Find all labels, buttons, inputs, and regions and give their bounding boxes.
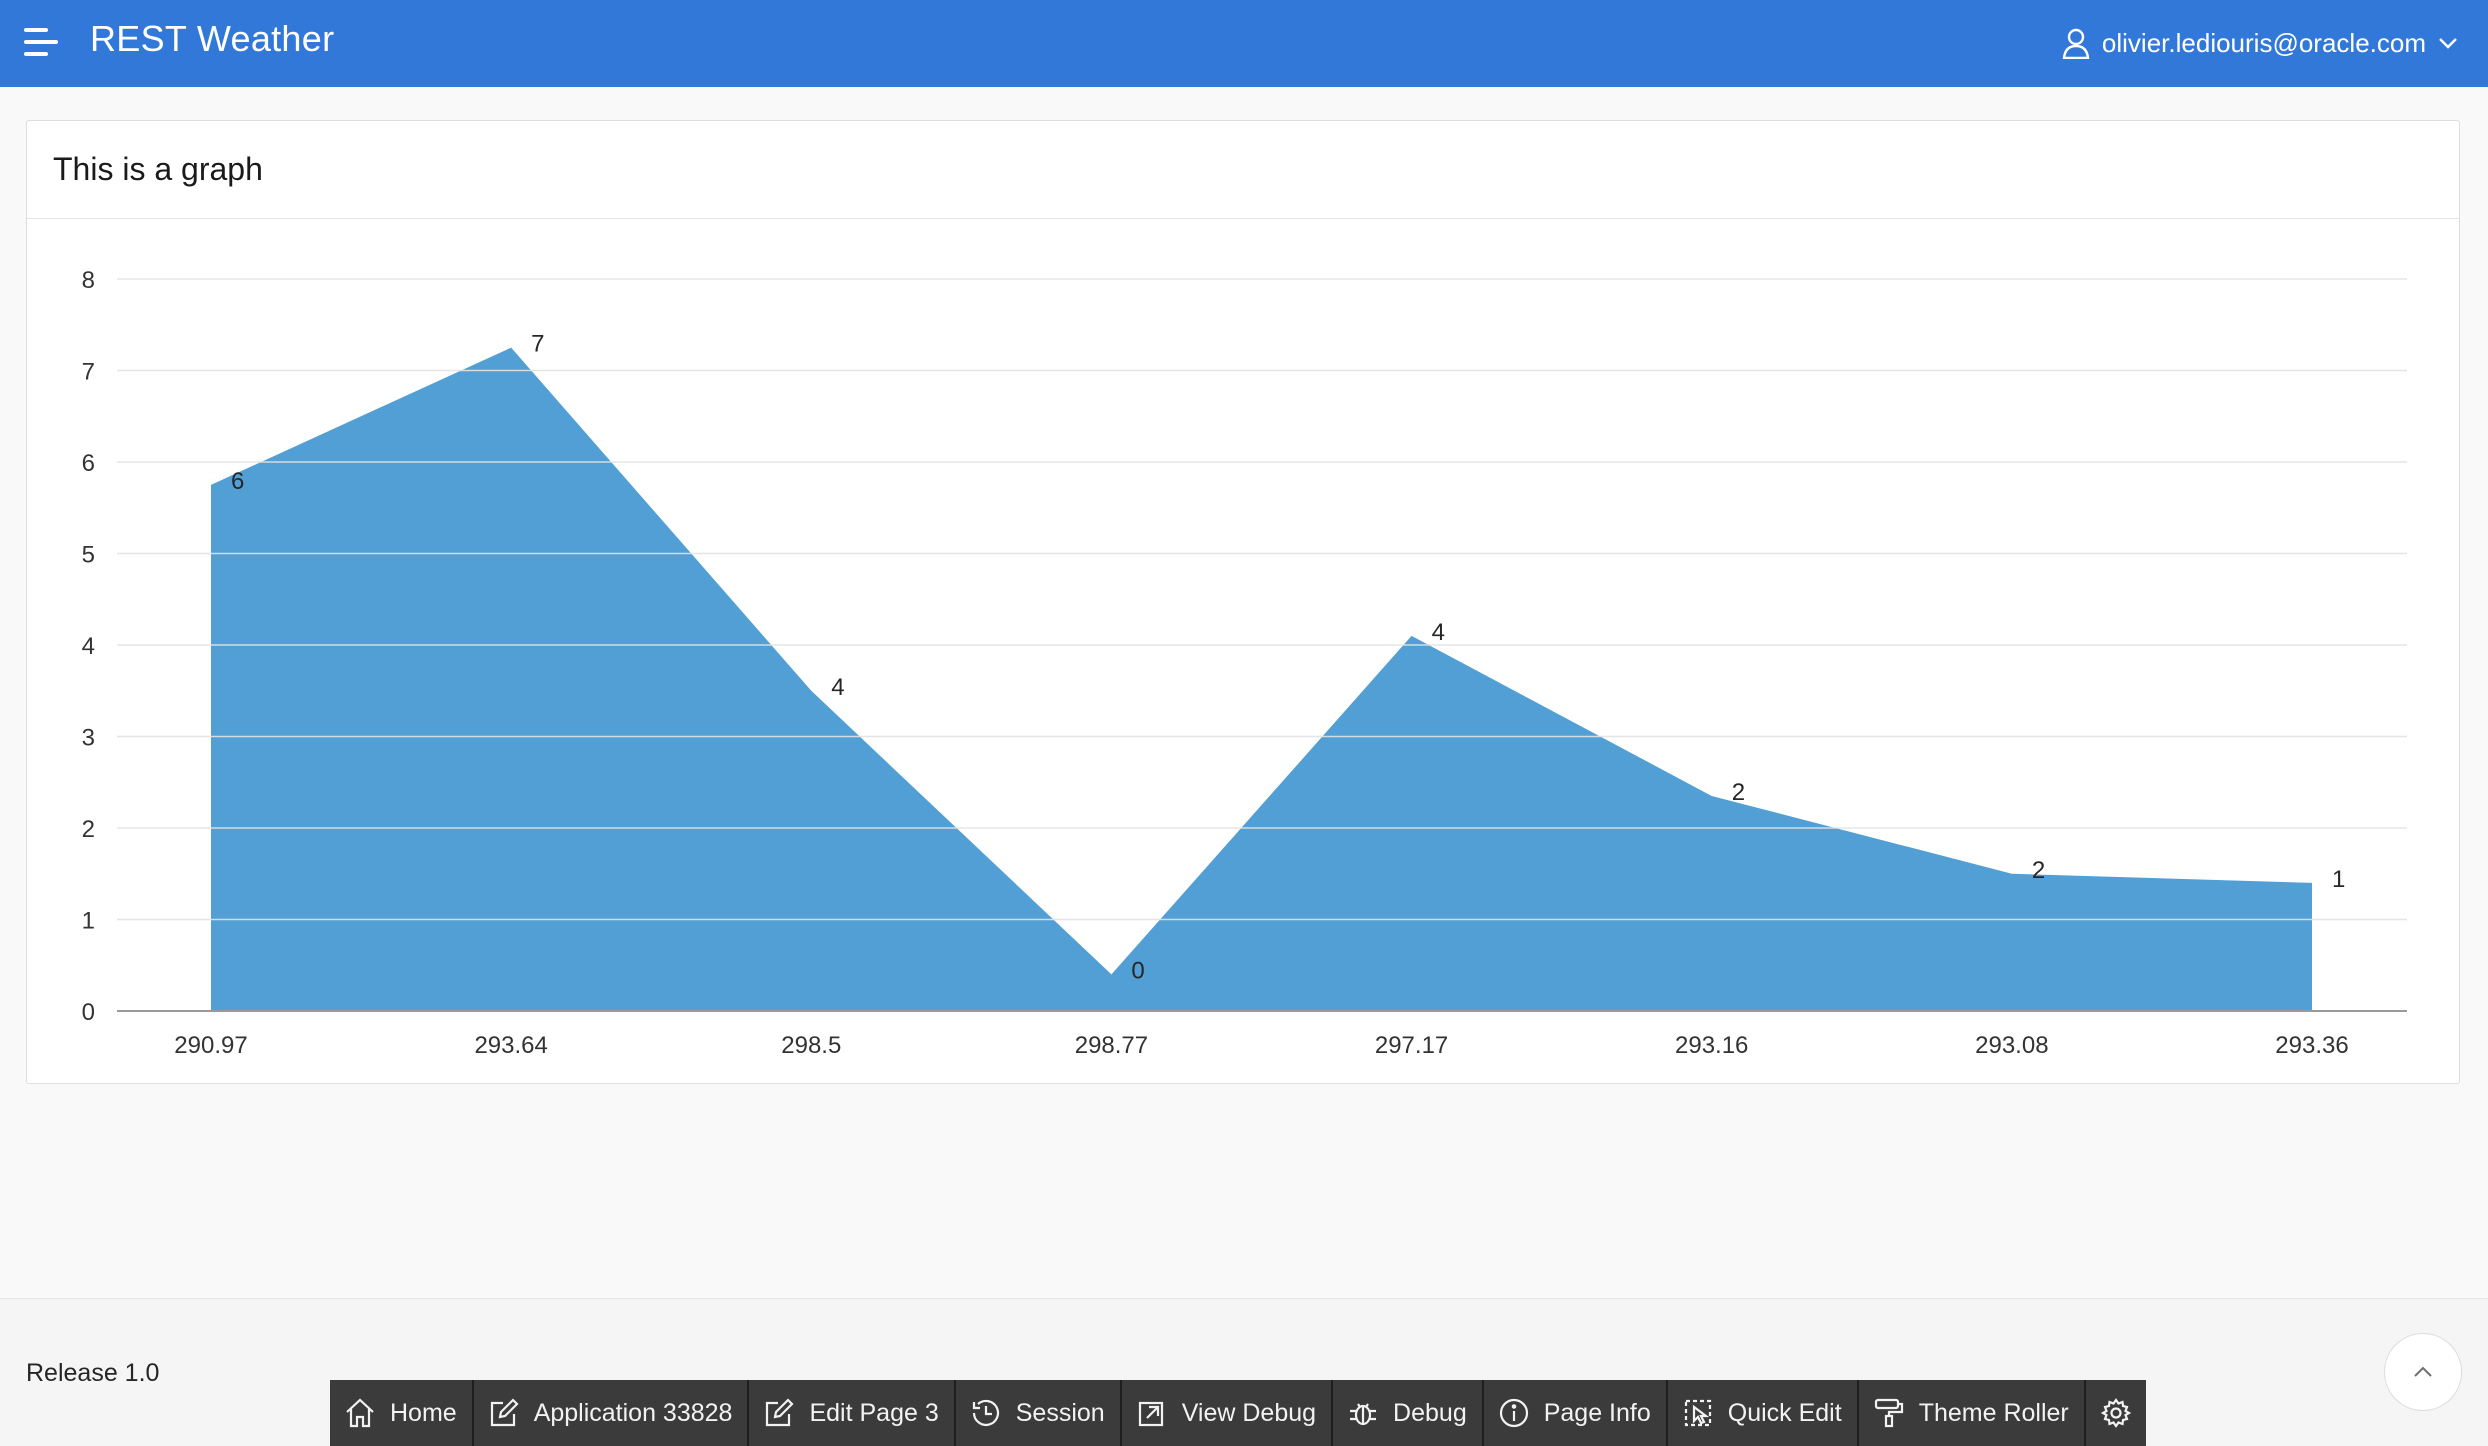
dev-quick-edit-label: Quick Edit (1727, 1398, 1842, 1427)
region-title: This is a graph (53, 151, 263, 187)
user-name: olivier.lediouris@oracle.com (2101, 27, 2426, 58)
dev-page-info-button[interactable]: Page Info (1483, 1380, 1668, 1446)
y-tick-label: 6 (82, 450, 95, 477)
data-label: 4 (831, 674, 844, 701)
dev-debug-button[interactable]: Debug (1333, 1380, 1484, 1446)
bug-icon (1350, 1403, 1377, 1426)
user-icon (2062, 28, 2090, 59)
chevron-up-icon (2414, 1366, 2432, 1377)
info-icon (1499, 1398, 1528, 1428)
dev-edit-page-button[interactable]: Edit Page 3 (749, 1380, 956, 1446)
y-tick-label: 8 (82, 267, 95, 294)
data-label: 7 (531, 331, 544, 358)
y-tick-label: 5 (82, 542, 95, 569)
user-menu[interactable]: olivier.lediouris@oracle.com (2062, 22, 2458, 64)
release-label: Release 1.0 (26, 1359, 160, 1387)
data-label: 2 (1732, 779, 1745, 806)
area-series (211, 347, 2312, 1011)
x-tick-label: 297.17 (1375, 1032, 1448, 1059)
data-label: 4 (1432, 619, 1445, 646)
clock-icon (972, 1399, 999, 1426)
data-label: 6 (231, 468, 244, 495)
chevron-down-icon (2439, 38, 2457, 49)
top-navigation-bar: REST Weather olivier.lediouris@oracle.co… (0, 0, 2488, 87)
y-tick-label: 4 (82, 633, 95, 660)
dev-theme-roller-button[interactable]: Theme Roller (1858, 1380, 2086, 1446)
x-tick-label: 298.77 (1075, 1032, 1148, 1059)
region-header: This is a graph (27, 121, 2459, 219)
edit-icon (490, 1398, 519, 1427)
dev-theme-roller-label: Theme Roller (1918, 1398, 2069, 1427)
dev-application-label: Application 33828 (533, 1398, 733, 1427)
dev-page-info-label: Page Info (1543, 1398, 1651, 1427)
x-tick-label: 293.64 (474, 1032, 547, 1059)
x-tick-label: 293.08 (1975, 1032, 2048, 1059)
x-tick-label: 293.36 (2275, 1032, 2348, 1059)
chart-region: This is a graph 0 1 2 3 4 5 6 7 8 290.97 293.64 298… (26, 120, 2460, 1084)
home-icon (346, 1398, 374, 1428)
y-tick-label: 1 (82, 908, 95, 935)
dev-settings-button[interactable] (2085, 1380, 2146, 1446)
dev-quick-edit-button[interactable]: Quick Edit (1667, 1380, 1859, 1446)
dev-application-button[interactable]: Application 33828 (473, 1380, 750, 1446)
external-link-icon (1138, 1401, 1163, 1427)
x-tick-label: 293.16 (1675, 1032, 1748, 1059)
edit-icon (766, 1398, 795, 1427)
y-tick-label: 7 (82, 359, 95, 386)
area-chart: 0 1 2 3 4 5 6 7 8 290.97 293.64 298.5 298.77 297.17 29… (82, 267, 2407, 1059)
dev-debug-label: Debug (1393, 1398, 1467, 1427)
y-tick-label: 0 (82, 999, 95, 1026)
x-tick-label: 290.97 (174, 1032, 247, 1059)
gear-icon (2100, 1398, 2131, 1428)
developer-toolbar: Home Application 33828 Edit Page 3 Sessi… (330, 1380, 2146, 1446)
dev-edit-page-label: Edit Page 3 (809, 1398, 939, 1427)
dev-home-label: Home (390, 1398, 457, 1427)
dev-session-button[interactable]: Session (955, 1380, 1122, 1446)
dev-session-label: Session (1015, 1398, 1105, 1427)
data-label: 2 (2032, 857, 2045, 884)
app-title[interactable]: REST Weather (90, 18, 334, 60)
hamburger-icon[interactable] (24, 26, 64, 62)
dev-home-button[interactable]: Home (330, 1380, 474, 1446)
dev-view-debug-label: View Debug (1181, 1398, 1317, 1427)
scroll-to-top-button[interactable] (2384, 1333, 2462, 1411)
data-label: 1 (2332, 866, 2345, 893)
x-tick-label: 298.5 (781, 1032, 841, 1059)
y-tick-label: 3 (82, 725, 95, 752)
data-label: 0 (1131, 957, 1144, 984)
chart-container: 0 1 2 3 4 5 6 7 8 290.97 293.64 298.5 298.77 297.17 29… (27, 219, 2459, 1083)
dev-view-debug-button[interactable]: View Debug (1121, 1380, 1334, 1446)
paint-roller-icon (1874, 1398, 1903, 1428)
y-tick-label: 2 (82, 816, 95, 843)
pointer-select-icon (1684, 1399, 1711, 1427)
